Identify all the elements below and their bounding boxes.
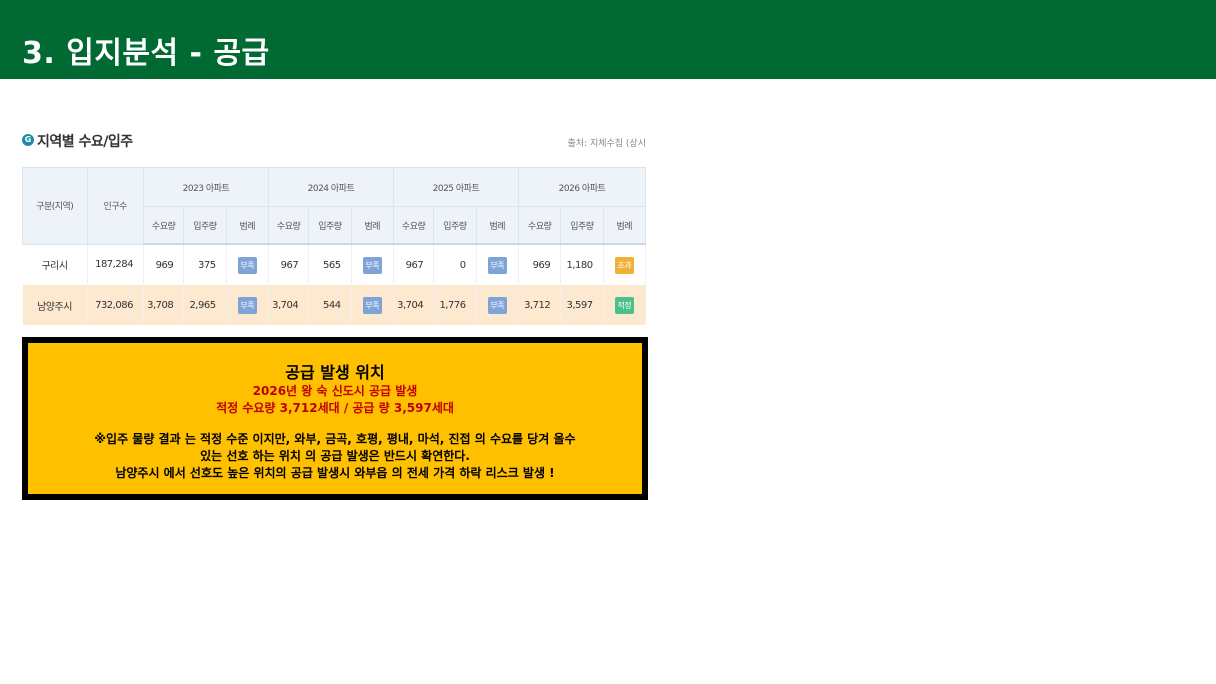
col-year-2024: 2024 아파트 xyxy=(267,167,394,207)
status-badge: 부족 xyxy=(362,256,382,274)
status-badge: 부족 xyxy=(237,296,257,314)
col-demand: 수요량 xyxy=(267,206,310,245)
panel-header: G 지역별 수요/입주 출처: 지체수집 (상시 xyxy=(22,130,646,156)
demand-cell: 3,708 xyxy=(143,285,185,325)
status-badge: 초과 xyxy=(614,256,634,274)
col-demand: 수요량 xyxy=(392,206,435,245)
demand-supply-table: 구분(지역) 인구수 2023 아파트 2024 아파트 2025 아파트 20… xyxy=(22,167,647,325)
supply-cell: 3,597 xyxy=(560,285,604,325)
callout-highlight: 적정 수요량 3,712세대 / 공급 량 3,597세대 xyxy=(216,401,454,415)
callout-text: 있는 선호 하는 위치 의 공급 발생은 반드시 확연한다. xyxy=(200,449,470,463)
col-year-2025: 2025 아파트 xyxy=(392,167,519,207)
demand-cell: 969 xyxy=(143,244,185,285)
col-legend: 범례 xyxy=(475,206,519,245)
demand-cell: 969 xyxy=(518,244,562,285)
panel-source: 출처: 지체수집 (상시 xyxy=(567,139,646,149)
supply-cell: 1,776 xyxy=(433,285,477,325)
region-cell: 남양주시 xyxy=(22,285,88,325)
supply-cell: 565 xyxy=(308,244,352,285)
col-legend: 범례 xyxy=(225,206,269,245)
panel-title: 지역별 수요/입주 xyxy=(37,134,133,150)
col-supply: 입주량 xyxy=(183,206,227,245)
col-legend: 범례 xyxy=(350,206,394,245)
col-year-2026: 2026 아파트 xyxy=(517,167,647,207)
col-demand: 수요량 xyxy=(142,206,185,245)
callout-highlight: 2026년 왕 숙 신도시 공급 발생 xyxy=(252,384,418,398)
region-cell: 구리시 xyxy=(22,244,88,285)
demand-cell: 3,704 xyxy=(268,285,310,325)
col-supply: 입주량 xyxy=(560,206,604,245)
supply-cell: 544 xyxy=(308,285,352,325)
slide-title: 3. 입지분석 - 공급 xyxy=(22,36,270,71)
col-supply: 입주량 xyxy=(308,206,352,245)
callout-title: 공급 발생 위치 xyxy=(285,363,385,382)
col-supply: 입주량 xyxy=(433,206,477,245)
supply-location-callout: 공급 발생 위치 2026년 왕 숙 신도시 공급 발생 적정 수요량 3,71… xyxy=(22,337,648,500)
supply-cell: 1,180 xyxy=(560,244,604,285)
supply-cell: 2,965 xyxy=(183,285,227,325)
status-badge: 부족 xyxy=(487,296,507,314)
callout-text: ※입주 물량 결과 는 적정 수준 이지만, 와부, 금곡, 호평, 평내, 마… xyxy=(94,432,576,446)
supply-cell: 0 xyxy=(433,244,477,285)
col-population: 인구수 xyxy=(86,167,144,245)
demand-cell: 967 xyxy=(268,244,310,285)
table-row: 구리시 187,284 969 375 부족 967 565 부족 967 0 … xyxy=(22,244,647,285)
population-cell: 187,284 xyxy=(87,244,144,285)
supply-cell: 375 xyxy=(183,244,227,285)
location-icon: G xyxy=(22,134,34,146)
demand-cell: 3,704 xyxy=(393,285,435,325)
demand-cell: 3,712 xyxy=(518,285,562,325)
callout-text: 남양주시 에서 선호도 높은 위치의 공급 발생시 와부읍 의 전세 가격 하락… xyxy=(115,466,555,480)
col-region: 구분(지역) xyxy=(22,167,88,245)
status-badge: 적정 xyxy=(614,296,634,314)
demand-cell: 967 xyxy=(393,244,435,285)
status-badge: 부족 xyxy=(362,296,382,314)
status-badge: 부족 xyxy=(237,256,257,274)
col-year-2023: 2023 아파트 xyxy=(142,167,269,207)
col-demand: 수요량 xyxy=(517,206,562,245)
table-row: 남양주시 732,086 3,708 2,965 부족 3,704 544 부족… xyxy=(22,285,647,325)
status-badge: 부족 xyxy=(487,256,507,274)
population-cell: 732,086 xyxy=(87,285,144,325)
col-legend: 범례 xyxy=(602,206,647,245)
